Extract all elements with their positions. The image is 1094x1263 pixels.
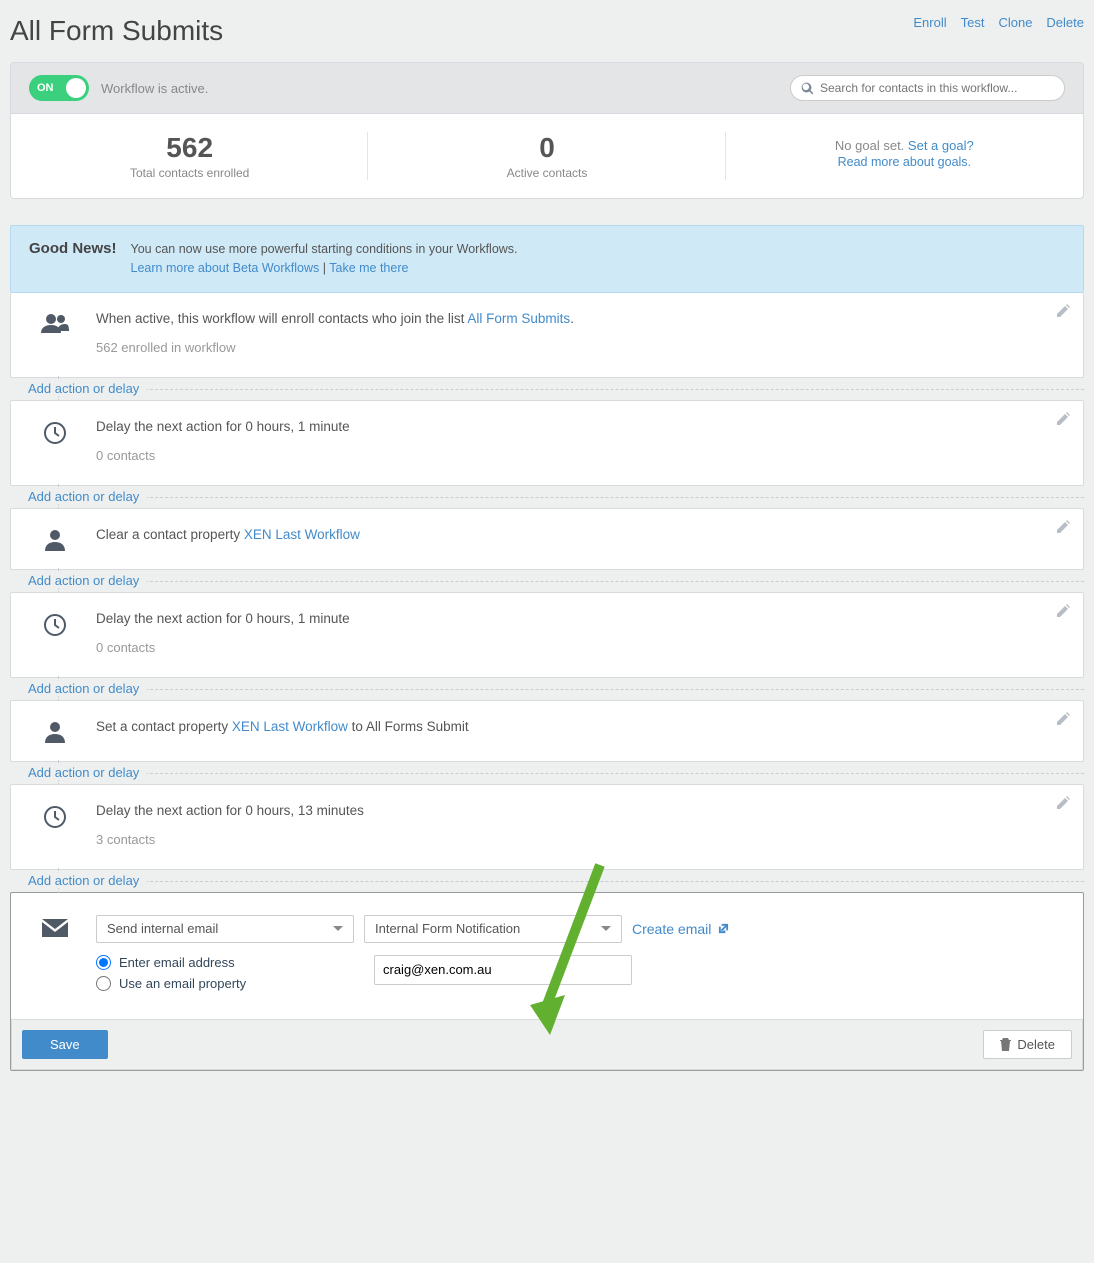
trigger-list-link[interactable]: All Form Submits — [467, 311, 570, 326]
clock-icon — [39, 419, 71, 463]
external-link-icon — [718, 921, 729, 937]
editor-footer: Save Delete — [11, 1019, 1083, 1070]
save-button[interactable]: Save — [22, 1030, 108, 1059]
add-action-link[interactable]: Add action or delay — [10, 681, 147, 696]
edit-step-button[interactable] — [1055, 603, 1071, 622]
trigger-suffix: . — [570, 311, 574, 326]
search-contacts-box[interactable] — [790, 75, 1065, 101]
add-action-link[interactable]: Add action or delay — [10, 573, 147, 588]
active-label: Active contacts — [378, 166, 715, 180]
email-select-value: Internal Form Notification — [375, 921, 520, 936]
stat-goal: No goal set. Set a goal? Read more about… — [726, 114, 1083, 198]
add-action-divider: Add action or delay — [10, 570, 1084, 592]
workflow-status-text: Workflow is active. — [101, 81, 208, 96]
clock-icon — [39, 803, 71, 847]
people-icon — [39, 311, 71, 355]
mail-icon — [39, 915, 71, 997]
clear-property-step-card: Clear a contact property XEN Last Workfl… — [10, 508, 1084, 570]
enter-email-radio[interactable] — [96, 955, 111, 970]
delay-step-card: Delay the next action for 0 hours, 1 min… — [10, 400, 1084, 486]
radio-enter-email-label: Enter email address — [119, 955, 235, 970]
delete-label: Delete — [1017, 1037, 1055, 1052]
delete-link[interactable]: Delete — [1046, 15, 1084, 30]
chevron-down-icon — [601, 926, 611, 931]
delay-sub: 0 contacts — [96, 448, 1063, 463]
radio-use-property-label: Use an email property — [119, 976, 246, 991]
action-editor-card: Send internal email Internal Form Notifi… — [11, 893, 1083, 1019]
delay-step-card: Delay the next action for 0 hours, 13 mi… — [10, 784, 1084, 870]
page-title: All Form Submits — [10, 15, 223, 47]
add-action-link[interactable]: Add action or delay — [10, 765, 147, 780]
person-icon — [39, 719, 71, 743]
banner-heading: Good News! — [29, 240, 117, 257]
clear-property-link[interactable]: XEN Last Workflow — [244, 527, 360, 542]
action-select-value: Send internal email — [107, 921, 218, 936]
read-more-goals-link[interactable]: Read more about goals. — [838, 155, 971, 169]
delay-text: Delay the next action for 0 hours, 13 mi… — [96, 803, 1063, 818]
clone-link[interactable]: Clone — [998, 15, 1032, 30]
enrolled-label: Total contacts enrolled — [21, 166, 358, 180]
action-type-select[interactable]: Send internal email — [96, 915, 354, 943]
add-action-divider: Add action or delay — [10, 378, 1084, 400]
toggle-knob-icon — [66, 78, 86, 98]
edit-step-button[interactable] — [1055, 795, 1071, 814]
edit-step-button[interactable] — [1055, 411, 1071, 430]
set-prefix: Set a contact property — [96, 719, 232, 734]
no-goal-text: No goal set. — [835, 138, 908, 153]
take-me-there-link[interactable]: Take me there — [329, 261, 408, 275]
trigger-sub: 562 enrolled in workflow — [96, 340, 1063, 355]
search-icon — [801, 82, 814, 95]
delay-text: Delay the next action for 0 hours, 1 min… — [96, 419, 1063, 434]
delay-text: Delay the next action for 0 hours, 1 min… — [96, 611, 1063, 626]
use-property-radio[interactable] — [96, 976, 111, 991]
delete-step-button[interactable]: Delete — [983, 1030, 1072, 1059]
workflow-top-bar: ON Workflow is active. — [10, 62, 1084, 114]
email-address-input[interactable] — [374, 955, 632, 985]
delay-step-card: Delay the next action for 0 hours, 1 min… — [10, 592, 1084, 678]
clock-icon — [39, 611, 71, 655]
email-template-select[interactable]: Internal Form Notification — [364, 915, 622, 943]
set-suffix: to All Forms Submit — [348, 719, 469, 734]
edit-step-button[interactable] — [1055, 303, 1071, 322]
add-action-divider: Add action or delay — [10, 870, 1084, 892]
create-email-link[interactable]: Create email — [632, 921, 729, 937]
header-action-links: Enroll Test Clone Delete — [913, 15, 1084, 30]
stat-enrolled: 562 Total contacts enrolled — [11, 114, 368, 198]
chevron-down-icon — [333, 926, 343, 931]
create-email-text: Create email — [632, 921, 711, 937]
active-count: 0 — [378, 132, 715, 164]
edit-step-button[interactable] — [1055, 711, 1071, 730]
enroll-link[interactable]: Enroll — [913, 15, 946, 30]
delay-sub: 0 contacts — [96, 640, 1063, 655]
clear-prefix: Clear a contact property — [96, 527, 244, 542]
delay-sub: 3 contacts — [96, 832, 1063, 847]
edit-step-button[interactable] — [1055, 519, 1071, 538]
test-link[interactable]: Test — [961, 15, 985, 30]
stats-row: 562 Total contacts enrolled 0 Active con… — [10, 114, 1084, 199]
set-property-step-card: Set a contact property XEN Last Workflow… — [10, 700, 1084, 762]
add-action-divider: Add action or delay — [10, 678, 1084, 700]
add-action-link[interactable]: Add action or delay — [10, 489, 147, 504]
set-goal-link[interactable]: Set a goal? — [908, 138, 974, 153]
workflow-active-toggle[interactable]: ON — [29, 75, 89, 101]
trigger-prefix: When active, this workflow will enroll c… — [96, 311, 467, 326]
person-icon — [39, 527, 71, 551]
toggle-on-label: ON — [37, 82, 54, 94]
set-property-link[interactable]: XEN Last Workflow — [232, 719, 348, 734]
search-input[interactable] — [820, 81, 1054, 95]
learn-more-beta-link[interactable]: Learn more about Beta Workflows — [131, 261, 320, 275]
add-action-link[interactable]: Add action or delay — [10, 381, 147, 396]
trash-icon — [1000, 1038, 1011, 1051]
banner-text: You can now use more powerful starting c… — [131, 242, 518, 256]
add-action-divider: Add action or delay — [10, 486, 1084, 508]
add-action-link[interactable]: Add action or delay — [10, 873, 147, 888]
stat-active: 0 Active contacts — [368, 114, 725, 198]
beta-info-banner: Good News! You can now use more powerful… — [10, 225, 1084, 293]
enrolled-count: 562 — [21, 132, 358, 164]
banner-sep: | — [319, 261, 329, 275]
trigger-step-card: When active, this workflow will enroll c… — [10, 293, 1084, 378]
add-action-divider: Add action or delay — [10, 762, 1084, 784]
